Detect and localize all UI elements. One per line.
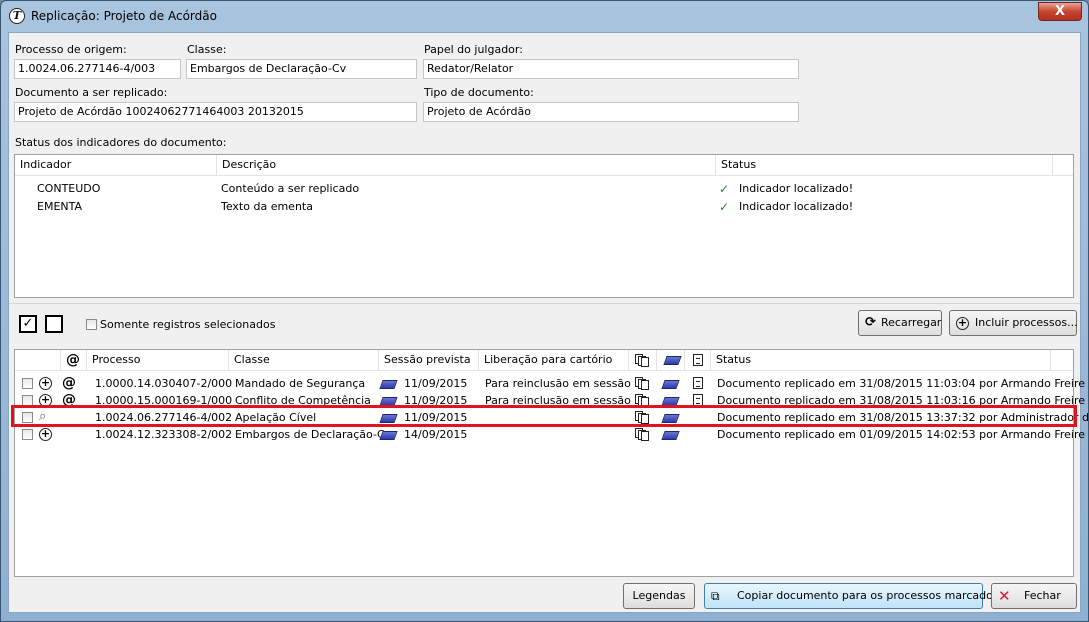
legendas-button[interactable]: Legendas	[623, 583, 695, 609]
indicadores-header: Indicador Descrição Status	[15, 155, 1073, 176]
col-descricao[interactable]: Descrição	[217, 155, 716, 175]
processo-cell: 1.0000.14.030407-2/000	[95, 377, 233, 390]
include-label: Incluir processos...	[975, 316, 1078, 329]
table-row[interactable]: + @ 1.0000.14.030407-2/000 Mandado de Se…	[15, 375, 1085, 392]
col-select[interactable]	[15, 350, 61, 370]
col-status[interactable]: Status	[716, 155, 1053, 175]
col-status[interactable]: Status	[711, 350, 1051, 370]
deselect-all-checkbox[interactable]	[45, 315, 63, 333]
session-icon	[663, 356, 682, 365]
liberacao-cell: Para reinclusão em sessão	[485, 377, 631, 390]
status-cell: Indicador localizado!	[739, 200, 854, 213]
session-icon	[379, 431, 398, 440]
indicador-cell: EMENTA	[37, 200, 83, 213]
close-x-icon: ✕	[998, 587, 1011, 605]
status-cell: Indicador localizado!	[739, 182, 854, 195]
col-sessao[interactable]: Sessão prevista	[379, 350, 479, 370]
session-icon[interactable]	[661, 431, 680, 440]
plus-circle-icon[interactable]: +	[39, 428, 52, 441]
copy-document-label: Copiar documento para os processos marca…	[737, 589, 999, 602]
document-icon	[693, 354, 703, 366]
col-classe[interactable]: Classe	[229, 350, 379, 370]
reload-label: Recarregar	[881, 316, 942, 329]
plus-circle-icon[interactable]: +	[39, 377, 52, 390]
row-checkbox[interactable]	[22, 378, 33, 389]
copy-icon: ⧉	[711, 589, 720, 603]
close-label: Fechar	[1024, 589, 1061, 602]
table-row[interactable]: EMENTA Texto da ementa ✓ Indicador local…	[15, 200, 1073, 217]
documento-field[interactable]: Projeto de Acórdão 10024062771464003 201…	[14, 102, 417, 122]
tipo-documento-field[interactable]: Projeto de Acórdão	[423, 102, 799, 122]
close-window-button[interactable]: X	[1038, 2, 1082, 21]
close-button[interactable]: ✕ Fechar	[991, 583, 1077, 609]
classe-cell: Embargos de Declaração-Cv	[235, 428, 392, 441]
table-row[interactable]: + 1.0024.12.323308-2/002 Embargos de Dec…	[15, 426, 1085, 443]
highlight-annotation	[11, 405, 1077, 427]
session-icon[interactable]	[661, 380, 680, 389]
col-liberacao[interactable]: Liberação para cartório	[479, 350, 629, 370]
papel-julgador-label: Papel do julgador:	[424, 43, 523, 56]
select-all-checkbox[interactable]: ✓	[19, 315, 37, 333]
descricao-cell: Texto da ementa	[221, 200, 313, 213]
processo-origem-label: Processo de origem:	[15, 43, 127, 56]
classe-field[interactable]: Embargos de Declaração-Cv	[186, 59, 417, 79]
processos-header: @ Processo Classe Sessão prevista Libera…	[15, 350, 1073, 371]
processo-cell: 1.0024.12.323308-2/002	[95, 428, 233, 441]
col-indicador[interactable]: Indicador	[15, 155, 217, 175]
tipo-documento-label: Tipo de documento:	[424, 86, 534, 99]
indicadores-table: Indicador Descrição Status CONTEUDO Cont…	[14, 154, 1074, 298]
col-processo[interactable]: Processo	[87, 350, 229, 370]
documento-label: Documento a ser replicado:	[15, 86, 168, 99]
app-logo-icon: T	[9, 8, 25, 24]
e-icon: @	[62, 375, 76, 391]
processo-origem-field[interactable]: 1.0024.06.277146-4/003	[14, 59, 181, 79]
dialog-content: Processo de origem: 1.0024.06.277146-4/0…	[8, 32, 1088, 613]
title-bar: T Replicação: Projeto de Acórdão X	[1, 1, 1088, 31]
session-icon	[379, 380, 398, 389]
classe-cell: Mandado de Segurança	[235, 377, 366, 390]
reload-button[interactable]: ⟳ Recarregar	[858, 310, 942, 336]
papel-julgador-field[interactable]: Redator/Relator	[423, 59, 799, 79]
processos-table: @ Processo Classe Sessão prevista Libera…	[14, 349, 1088, 577]
documents-icon[interactable]	[635, 428, 649, 441]
check-icon: ✓	[719, 182, 730, 196]
document-icon[interactable]	[693, 377, 703, 389]
col-doc[interactable]	[685, 350, 711, 370]
indicadores-section-label: Status dos indicadores do documento:	[15, 136, 227, 149]
sessao-cell: 11/09/2015	[404, 377, 468, 390]
descricao-cell: Conteúdo a ser replicado	[221, 182, 360, 195]
refresh-icon: ⟳	[865, 315, 876, 330]
copy-document-button[interactable]: ⧉ Copiar documento para os processos mar…	[704, 583, 999, 609]
only-selected-label: Somente registros selecionados	[100, 318, 276, 331]
classe-label: Classe:	[187, 43, 227, 56]
include-processes-button[interactable]: + Incluir processos...	[949, 310, 1078, 336]
only-selected-checkbox[interactable]	[86, 319, 97, 330]
plus-circle-icon: +	[956, 316, 969, 330]
documents-icon	[635, 354, 649, 367]
col-docs[interactable]	[629, 350, 657, 370]
status-cell: Documento replicado em 31/08/2015 11:03:…	[717, 377, 1086, 390]
col-at[interactable]: @	[61, 350, 87, 370]
divider	[9, 303, 1080, 304]
documents-icon[interactable]	[635, 377, 649, 390]
row-checkbox[interactable]	[22, 429, 33, 440]
status-cell: Documento replicado em 01/09/2015 14:02:…	[717, 428, 1086, 441]
sessao-cell: 14/09/2015	[404, 428, 468, 441]
dialog-window: T Replicação: Projeto de Acórdão X Proce…	[0, 0, 1089, 622]
col-session[interactable]	[657, 350, 685, 370]
window-title: Replicação: Projeto de Acórdão	[31, 9, 217, 23]
check-icon: ✓	[719, 200, 730, 214]
indicador-cell: CONTEUDO	[37, 182, 101, 195]
table-row[interactable]: CONTEUDO Conteúdo a ser replicado ✓ Indi…	[15, 182, 1073, 199]
